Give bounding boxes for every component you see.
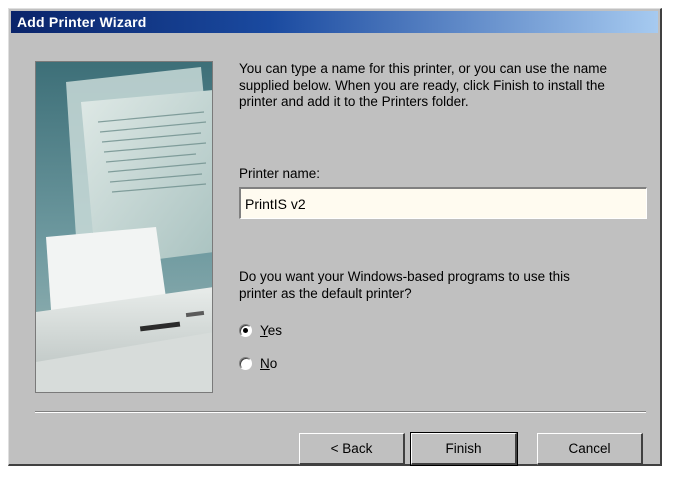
intro-text: You can type a name for this printer, or… — [239, 61, 607, 109]
radio-yes[interactable]: Yes — [239, 323, 282, 338]
back-button[interactable]: < Back — [299, 433, 405, 465]
printer-name-input[interactable] — [239, 187, 647, 219]
radio-yes-label[interactable]: Yes — [260, 323, 282, 338]
window-title: Add Printer Wizard — [17, 14, 147, 30]
cancel-button[interactable]: Cancel — [537, 433, 643, 465]
printer-name-label: Printer name: — [239, 166, 321, 181]
button-separator — [35, 411, 646, 413]
radio-no-indicator[interactable] — [239, 357, 252, 370]
printer-illustration-icon — [36, 62, 212, 392]
add-printer-wizard-window: Add Printer Wizard You can type a name f… — [8, 8, 662, 466]
radio-no[interactable]: No — [239, 356, 277, 371]
finish-button[interactable]: Finish — [410, 432, 518, 466]
printer-illustration — [35, 61, 213, 393]
radio-yes-indicator[interactable] — [239, 324, 252, 337]
default-printer-question: Do you want your Windows-based programs … — [239, 269, 570, 301]
title-bar[interactable]: Add Printer Wizard — [11, 11, 658, 33]
radio-no-label[interactable]: No — [260, 356, 277, 371]
